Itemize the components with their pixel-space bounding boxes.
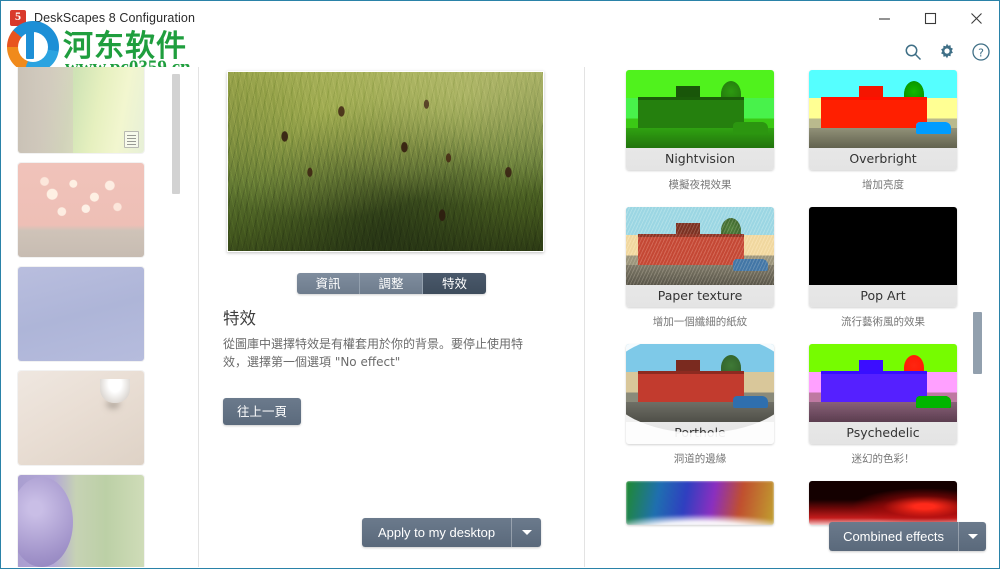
toolbar: ?: [903, 37, 991, 67]
help-icon[interactable]: ?: [971, 42, 991, 62]
center-pane: 資訊 調整 特效 特效 從圖庫中選擇特效是有權套用於你的背景。要停止使用特效，選…: [199, 67, 584, 567]
deskscapes-icon: [10, 9, 26, 26]
tab-adjust[interactable]: 調整: [360, 273, 423, 294]
pop-art-thumbnail: [809, 207, 957, 285]
porthole-thumbnail: [626, 344, 774, 422]
effect-caption: 模擬夜視效果: [668, 179, 732, 191]
section-description: 從圖庫中選擇特效是有權套用於你的背景。要停止使用特效，選擇第一個選項 "No e…: [223, 337, 524, 369]
preview-sunlight: [228, 72, 543, 251]
video-badge-icon: [124, 131, 139, 148]
back-button[interactable]: 往上一頁: [223, 398, 302, 425]
effect-item-psychedelic[interactable]: Psychedelic 迷幻的色彩！: [809, 344, 957, 466]
window-title: DeskScapes 8 Configuration: [34, 11, 196, 25]
overbright-thumbnail: [809, 70, 957, 148]
wallpaper-thumbnail-bokeh-tree[interactable]: [18, 163, 144, 257]
apply-dropdown-toggle[interactable]: [511, 518, 541, 547]
wallpaper-sidebar[interactable]: [2, 67, 198, 567]
effect-item-nightvision[interactable]: Nightvision 模擬夜視效果: [626, 70, 774, 192]
effect-caption: 增加亮度: [862, 179, 904, 191]
effect-name: Psychedelic: [846, 425, 920, 440]
svg-text:?: ?: [978, 46, 984, 59]
close-button[interactable]: [953, 1, 999, 35]
effect-item-pop-art[interactable]: Pop Art 流行藝術風的效果: [809, 207, 957, 329]
effect-caption: 迷幻的色彩！: [851, 453, 915, 465]
psychedelic-thumbnail: [809, 344, 957, 422]
sidebar-scrollbar-thumb[interactable]: [172, 74, 180, 194]
effects-gallery[interactable]: Nightvision 模擬夜視效果 Overbright 增加亮度 Paper…: [585, 67, 998, 567]
effect-caption: 洞道的邊緣: [673, 453, 727, 465]
apply-button-label: Apply to my desktop: [378, 525, 496, 540]
minimize-button[interactable]: [861, 1, 907, 35]
wallpaper-thumbnail-blue[interactable]: [18, 267, 144, 361]
effect-name: Overbright: [849, 151, 917, 166]
search-icon[interactable]: [903, 42, 923, 62]
tab-info[interactable]: 資訊: [297, 273, 360, 294]
wallpaper-thumbnail-purple-flower[interactable]: [18, 475, 144, 567]
wallpaper-thumbnail-birch[interactable]: [18, 67, 144, 153]
deskscapes-window: DeskScapes 8 Configuration ?: [0, 0, 1000, 569]
wallpaper-thumbnail-coffee-cup[interactable]: [18, 371, 144, 465]
tab-effects[interactable]: 特效: [423, 273, 486, 294]
chevron-down-icon: [521, 530, 532, 535]
window-controls: [861, 1, 999, 35]
rainbow-thumbnail: [626, 481, 774, 525]
tab-bar: 資訊 調整 特效: [199, 273, 584, 294]
effect-caption: 增加一個纖細的紙紋: [652, 316, 748, 328]
chevron-down-icon: [967, 534, 978, 539]
maximize-button[interactable]: [907, 1, 953, 35]
combined-effects-label: Combined effects: [843, 529, 944, 544]
effect-caption: 流行藝術風的效果: [841, 316, 925, 328]
nightvision-thumbnail: [626, 70, 774, 148]
gear-icon[interactable]: [937, 42, 957, 62]
effect-item-rainbow-partial[interactable]: [626, 481, 774, 525]
title-bar: DeskScapes 8 Configuration: [1, 1, 999, 35]
effect-item-red-partial[interactable]: [809, 481, 957, 525]
effect-item-overbright[interactable]: Overbright 增加亮度: [809, 70, 957, 192]
grass-field-preview[interactable]: [227, 71, 544, 252]
red-glow-thumbnail: [809, 481, 957, 525]
effect-item-porthole[interactable]: Porthole 洞道的邊緣: [626, 344, 774, 466]
section-title: 特效: [223, 309, 256, 328]
effect-name: Nightvision: [664, 151, 735, 166]
effect-name: Pop Art: [860, 288, 906, 303]
gallery-scrollbar-thumb[interactable]: [973, 312, 982, 374]
effect-name: Paper texture: [657, 288, 743, 303]
combined-effects-button[interactable]: Combined effects: [829, 522, 986, 551]
apply-to-desktop-button[interactable]: Apply to my desktop: [362, 518, 542, 547]
paper-texture-thumbnail: [626, 207, 774, 285]
combined-effects-dropdown-toggle[interactable]: [958, 522, 986, 551]
effect-item-paper-texture[interactable]: Paper texture 增加一個纖細的紙紋: [626, 207, 774, 329]
